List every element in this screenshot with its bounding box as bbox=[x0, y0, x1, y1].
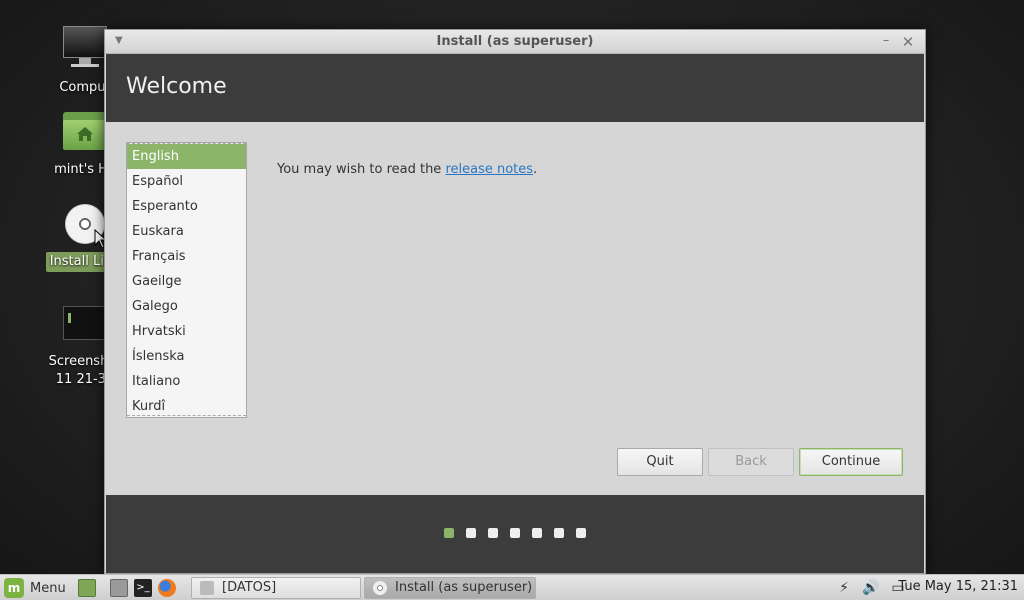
menu-label: Menu bbox=[30, 580, 66, 596]
taskbar-task-installer[interactable]: Install (as superuser) bbox=[364, 577, 536, 599]
language-item[interactable]: Esperanto bbox=[127, 194, 246, 219]
progress-dot-active bbox=[444, 528, 454, 538]
release-text-after: . bbox=[533, 162, 538, 177]
page-title: Welcome bbox=[126, 74, 227, 99]
release-notes-text: You may wish to read the release notes. bbox=[277, 162, 537, 177]
mint-logo-icon: m bbox=[4, 578, 24, 598]
language-item[interactable]: Gaeilge bbox=[127, 269, 246, 294]
home-folder-icon bbox=[61, 108, 109, 156]
language-item[interactable]: Español bbox=[127, 169, 246, 194]
language-item[interactable]: Hrvatski bbox=[127, 319, 246, 344]
page-header: Welcome bbox=[106, 54, 924, 122]
file-manager-launcher-icon[interactable] bbox=[110, 579, 128, 597]
show-desktop-icon[interactable] bbox=[78, 579, 96, 597]
network-icon[interactable]: ⚡ bbox=[834, 578, 854, 598]
progress-dot bbox=[466, 528, 476, 538]
language-item[interactable]: Français bbox=[127, 244, 246, 269]
task-label: [DATOS] bbox=[222, 580, 277, 595]
progress-footer bbox=[106, 495, 924, 573]
language-item[interactable]: English bbox=[127, 144, 246, 169]
back-button[interactable]: Back bbox=[708, 448, 794, 476]
continue-button[interactable]: Continue bbox=[799, 448, 903, 476]
clock[interactable]: Tue May 15, 21:31 bbox=[898, 579, 1018, 594]
window-titlebar[interactable]: ▼ Install (as superuser) – ✕ bbox=[105, 30, 925, 54]
progress-dot bbox=[576, 528, 586, 538]
computer-icon bbox=[61, 26, 109, 74]
progress-dot bbox=[510, 528, 520, 538]
release-text-before: You may wish to read the bbox=[277, 162, 446, 177]
menu-button[interactable]: m Menu bbox=[4, 578, 66, 598]
release-notes-link[interactable]: release notes bbox=[445, 162, 533, 177]
progress-dots bbox=[106, 528, 924, 538]
screenshot-file-icon bbox=[61, 300, 109, 348]
install-disc-icon bbox=[373, 581, 387, 595]
window-title: Install (as superuser) bbox=[436, 34, 594, 49]
taskbar: m Menu >_ [DATOS] Install (as superuser)… bbox=[0, 574, 1024, 600]
quit-button[interactable]: Quit bbox=[617, 448, 703, 476]
taskbar-task-datos[interactable]: [DATOS] bbox=[191, 577, 361, 599]
language-item[interactable]: Euskara bbox=[127, 219, 246, 244]
close-icon[interactable]: ✕ bbox=[901, 33, 915, 51]
progress-dot bbox=[554, 528, 564, 538]
minimize-icon[interactable]: – bbox=[879, 33, 893, 49]
installer-window: ▼ Install (as superuser) – ✕ Welcome Eng… bbox=[104, 29, 926, 574]
firefox-launcher-icon[interactable] bbox=[158, 579, 176, 597]
progress-dot bbox=[532, 528, 542, 538]
language-list[interactable]: English Español Esperanto Euskara França… bbox=[126, 142, 247, 418]
volume-icon[interactable]: 🔊 bbox=[861, 578, 881, 598]
terminal-launcher-icon[interactable]: >_ bbox=[134, 579, 152, 597]
language-item[interactable]: Galego bbox=[127, 294, 246, 319]
language-item[interactable]: Italiano bbox=[127, 369, 246, 394]
language-item[interactable]: Íslenska bbox=[127, 344, 246, 369]
progress-dot bbox=[488, 528, 498, 538]
task-label: Install (as superuser) bbox=[395, 580, 533, 595]
folder-icon bbox=[200, 581, 214, 595]
